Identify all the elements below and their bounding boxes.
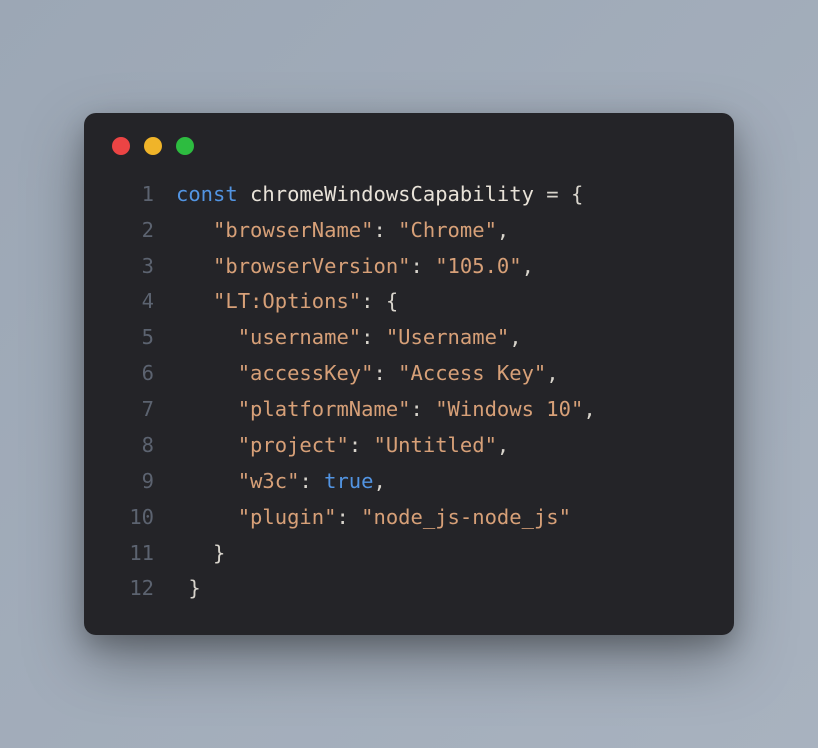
code-token: true [324, 469, 373, 493]
code-token: , [497, 218, 509, 242]
code-window: 1const chromeWindowsCapability = {2 "bro… [84, 113, 734, 636]
maximize-icon[interactable] [176, 137, 194, 155]
code-line: 11 } [112, 536, 706, 572]
code-token: , [374, 469, 386, 493]
line-content: "accessKey": "Access Key", [176, 356, 706, 392]
close-icon[interactable] [112, 137, 130, 155]
line-number: 6 [112, 356, 154, 392]
code-token: : [336, 505, 361, 529]
code-line: 6 "accessKey": "Access Key", [112, 356, 706, 392]
code-token: , [546, 361, 558, 385]
code-token: : [411, 254, 436, 278]
code-token [176, 254, 213, 278]
line-number: 11 [112, 536, 154, 572]
code-token [176, 505, 238, 529]
code-area: 1const chromeWindowsCapability = {2 "bro… [112, 177, 706, 608]
code-line: 2 "browserName": "Chrome", [112, 213, 706, 249]
line-number: 9 [112, 464, 154, 500]
code-token: = [546, 182, 558, 206]
code-token: , [522, 254, 534, 278]
code-token: "platformName" [238, 397, 411, 421]
code-token: { [559, 182, 584, 206]
code-token: "Chrome" [398, 218, 497, 242]
code-token: "Username" [386, 325, 509, 349]
line-content: "w3c": true, [176, 464, 706, 500]
code-token: "browserVersion" [213, 254, 410, 278]
minimize-icon[interactable] [144, 137, 162, 155]
code-token [176, 289, 213, 313]
code-line: 4 "LT:Options": { [112, 284, 706, 320]
line-content: "LT:Options": { [176, 284, 706, 320]
code-token [176, 325, 238, 349]
code-token: : [411, 397, 436, 421]
line-content: "username": "Username", [176, 320, 706, 356]
line-content: } [176, 536, 706, 572]
line-number: 2 [112, 213, 154, 249]
code-token: "accessKey" [238, 361, 374, 385]
code-token: , [583, 397, 595, 421]
code-token: chromeWindowsCapability [238, 182, 547, 206]
code-token: "plugin" [238, 505, 337, 529]
code-token: , [509, 325, 521, 349]
code-token: } [176, 541, 225, 565]
code-token: : [373, 218, 398, 242]
line-content: "plugin": "node_js-node_js" [176, 500, 706, 536]
code-token: "project" [238, 433, 349, 457]
code-line: 7 "platformName": "Windows 10", [112, 392, 706, 428]
code-token [176, 397, 238, 421]
code-line: 1 const chromeWindowsCapability = { [112, 177, 706, 213]
code-token: : [361, 325, 386, 349]
code-token: "w3c" [238, 469, 300, 493]
code-token [176, 361, 238, 385]
line-content: "project": "Untitled", [176, 428, 706, 464]
line-content: "browserVersion": "105.0", [176, 249, 706, 285]
code-token: "username" [238, 325, 361, 349]
line-number: 3 [112, 249, 154, 285]
code-token [176, 218, 213, 242]
line-number: 7 [112, 392, 154, 428]
code-token: "Untitled" [374, 433, 497, 457]
line-content: const chromeWindowsCapability = { [176, 177, 706, 213]
code-token: , [497, 433, 509, 457]
code-token: } [176, 576, 201, 600]
code-token [176, 469, 238, 493]
line-number: 12 [112, 571, 154, 607]
code-token [176, 433, 238, 457]
code-line: 10 "plugin": "node_js-node_js" [112, 500, 706, 536]
code-token: : [373, 361, 398, 385]
code-line: 8 "project": "Untitled", [112, 428, 706, 464]
code-token: : [349, 433, 374, 457]
code-token: const [176, 182, 238, 206]
line-number: 5 [112, 320, 154, 356]
code-token: "105.0" [435, 254, 521, 278]
traffic-lights [112, 137, 706, 155]
code-line: 5 "username": "Username", [112, 320, 706, 356]
code-token: "Access Key" [398, 361, 546, 385]
code-token: : [299, 469, 324, 493]
line-content: "browserName": "Chrome", [176, 213, 706, 249]
code-token: "LT:Options" [213, 289, 361, 313]
code-token: "browserName" [213, 218, 373, 242]
line-content: } [176, 571, 706, 607]
code-token: : { [361, 289, 398, 313]
line-number: 8 [112, 428, 154, 464]
code-token: "Windows 10" [435, 397, 583, 421]
code-line: 9 "w3c": true, [112, 464, 706, 500]
code-line: 3 "browserVersion": "105.0", [112, 249, 706, 285]
line-content: "platformName": "Windows 10", [176, 392, 706, 428]
line-number: 10 [112, 500, 154, 536]
line-number: 1 [112, 177, 154, 213]
code-line: 12 } [112, 571, 706, 607]
line-number: 4 [112, 284, 154, 320]
code-token: "node_js-node_js" [361, 505, 571, 529]
